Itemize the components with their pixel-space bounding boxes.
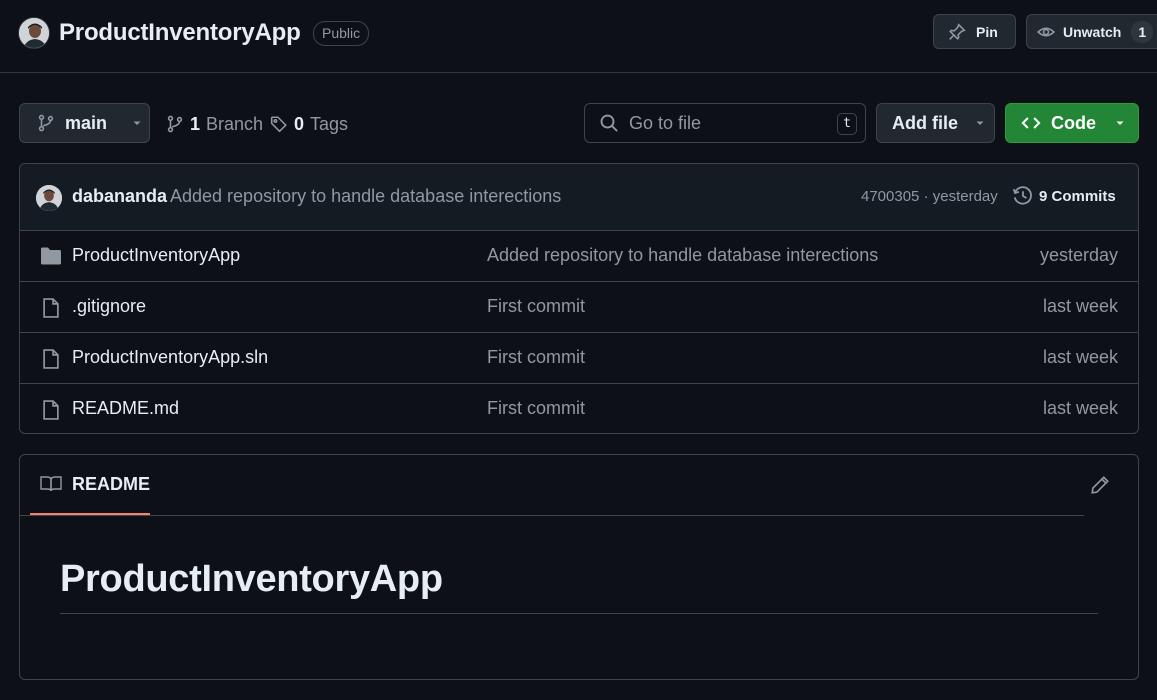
file-name[interactable]: README.md (72, 398, 179, 419)
readme-heading: ProductInventoryApp (60, 558, 1098, 614)
commit-hash-time[interactable]: 4700305 · yesterday (861, 188, 998, 205)
branches-label: Branch (206, 113, 264, 134)
commits-history-link[interactable]: 9 Commits (1012, 185, 1116, 207)
file-commit-message[interactable]: First commit (487, 398, 585, 419)
table-row[interactable]: ProductInventoryApp.sln First commit las… (20, 333, 1138, 384)
pencil-icon[interactable] (1090, 475, 1110, 495)
file-commit-date: last week (1042, 398, 1118, 418)
add-file-label: Add file (892, 112, 958, 133)
chevron-down-icon (974, 117, 986, 129)
branches-count: 1 (190, 113, 201, 134)
chevron-down-icon (1114, 117, 1126, 129)
branches-link[interactable]: 1 Branch (166, 112, 263, 136)
book-icon (40, 475, 62, 493)
branch-name: main (65, 112, 108, 133)
readme-content: ProductInventoryApp (20, 516, 1138, 614)
file-commit-date: last week (1042, 347, 1118, 367)
tags-count: 0 (294, 113, 305, 134)
eye-icon (1037, 23, 1055, 41)
readme-tab-label: README (72, 473, 151, 494)
file-name[interactable]: ProductInventoryApp.sln (72, 347, 268, 368)
tags-link[interactable]: 0 Tags (270, 112, 348, 136)
pin-button[interactable]: Pin (933, 14, 1016, 49)
readme-tabbar: README (20, 455, 1138, 516)
history-icon (1012, 185, 1034, 207)
table-row[interactable]: README.md First commit last week (20, 384, 1138, 433)
repo-header: ProductInventoryApp Public Pin Unwatch 1 (0, 0, 1157, 73)
avatar[interactable] (36, 185, 62, 211)
file-commit-date: yesterday (1039, 245, 1118, 265)
watch-count: 1 (1131, 20, 1154, 43)
latest-commit-bar: dabananda Added repository to handle dat… (20, 164, 1138, 231)
add-file-button[interactable]: Add file (876, 103, 995, 143)
tab-readme[interactable]: README (30, 455, 150, 516)
repo-name[interactable]: ProductInventoryApp (59, 17, 301, 49)
file-commit-message[interactable]: First commit (487, 296, 585, 317)
divider (20, 515, 1084, 516)
owner-avatar[interactable] (18, 17, 50, 49)
file-commit-message[interactable]: First commit (487, 347, 585, 368)
file-icon (40, 399, 62, 421)
commits-count-label: 9 Commits (1039, 187, 1116, 205)
table-row[interactable]: ProductInventoryApp Added repository to … (20, 231, 1138, 282)
go-to-file-search[interactable]: t (584, 103, 866, 143)
file-browser: dabananda Added repository to handle dat… (19, 163, 1139, 434)
branch-icon (37, 114, 55, 132)
commit-author[interactable]: dabananda (72, 186, 167, 207)
pin-icon (948, 22, 966, 41)
readme-panel: README ProductInventoryApp (19, 454, 1139, 680)
visibility-badge: Public (313, 21, 370, 46)
go-to-file-input[interactable] (629, 112, 829, 134)
search-icon (599, 113, 619, 133)
unwatch-button[interactable]: Unwatch 1 (1026, 14, 1157, 49)
code-icon (1021, 113, 1041, 133)
branch-selector[interactable]: main (19, 103, 150, 143)
tags-label: Tags (310, 113, 349, 134)
code-label: Code (1051, 112, 1096, 133)
unwatch-label: Unwatch (1063, 23, 1122, 40)
tag-icon (270, 115, 288, 133)
file-icon (40, 348, 62, 370)
file-commit-date: last week (1042, 296, 1118, 316)
branch-icon (166, 115, 184, 133)
file-name[interactable]: .gitignore (72, 296, 146, 317)
commit-message[interactable]: Added repository to handle database inte… (170, 186, 561, 207)
code-button[interactable]: Code (1005, 103, 1139, 143)
shortcut-key: t (837, 113, 857, 135)
file-icon (40, 297, 62, 319)
file-commit-message[interactable]: Added repository to handle database inte… (487, 245, 878, 266)
table-row[interactable]: .gitignore First commit last week (20, 282, 1138, 333)
file-name[interactable]: ProductInventoryApp (72, 245, 240, 266)
chevron-down-icon (131, 117, 143, 129)
folder-icon (40, 246, 62, 266)
pin-label: Pin (976, 23, 998, 40)
